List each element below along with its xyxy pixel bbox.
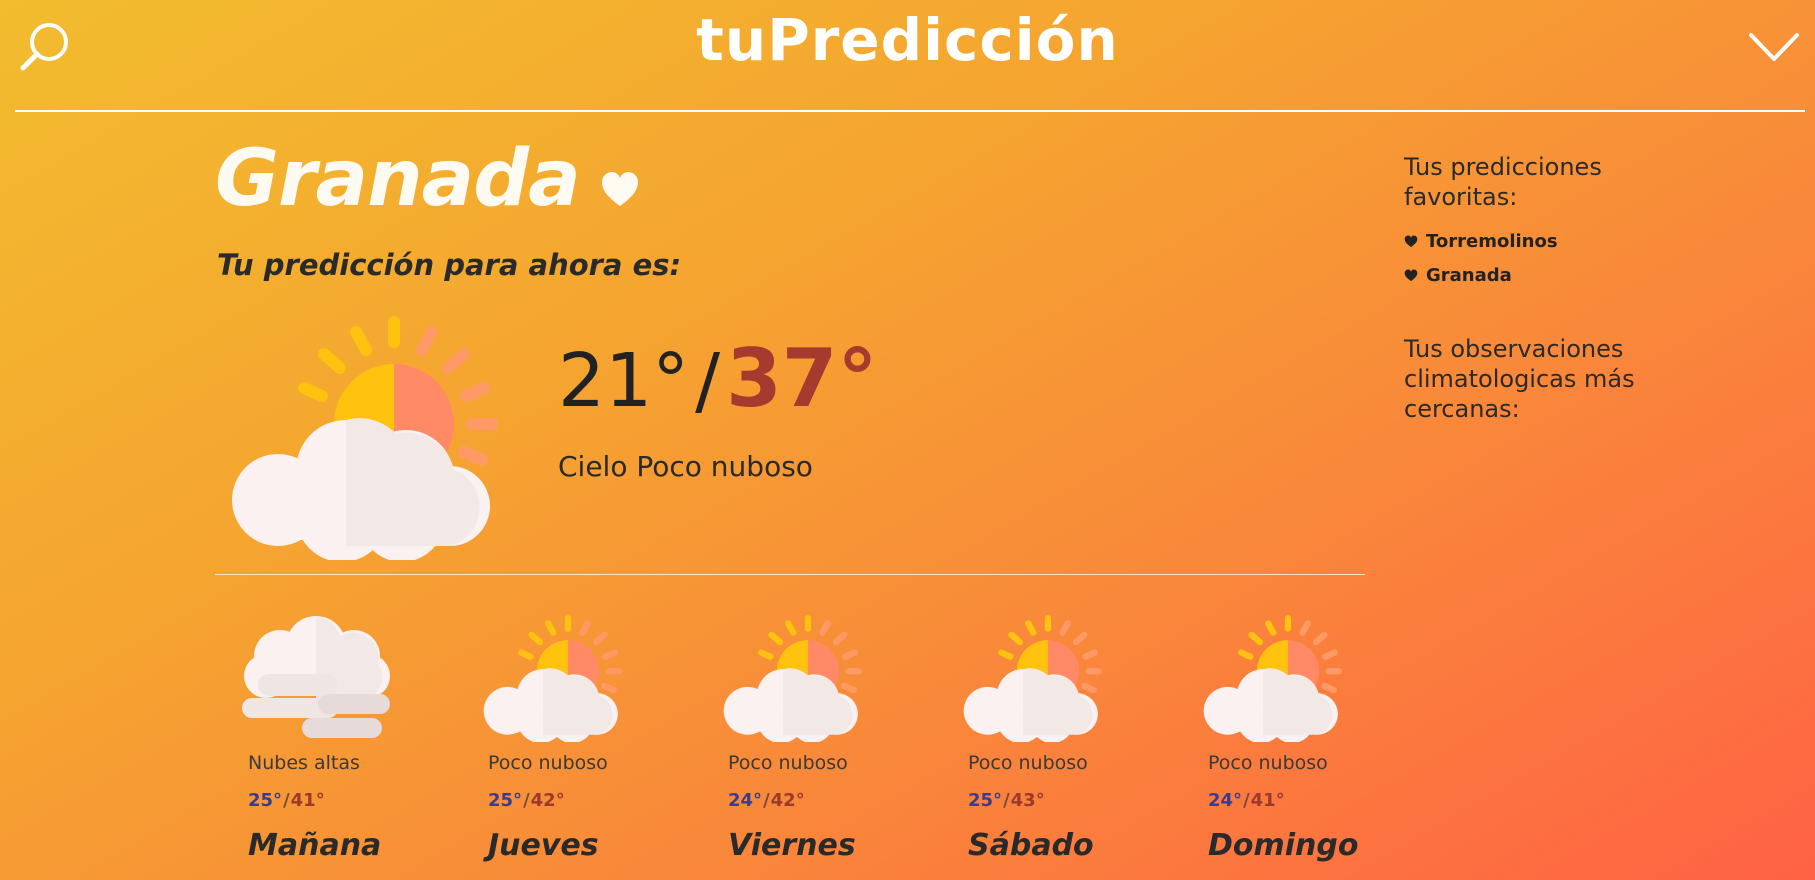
- favorites-list: Torremolinos Granada: [1404, 224, 1664, 292]
- header-divider: [15, 110, 1805, 112]
- forecast-day-name: Viernes: [728, 828, 856, 863]
- forecast-day-name: Sábado: [968, 828, 1094, 863]
- forecast-temp-max: 42°: [770, 790, 805, 811]
- current-temperature: 21°/37°: [558, 332, 877, 425]
- forecast-temps: 25°/42°: [488, 790, 565, 811]
- forecast-temp-min: 24°: [728, 790, 763, 811]
- chevron-down-icon: [1749, 33, 1799, 61]
- favorite-item-label: Torremolinos: [1426, 230, 1558, 252]
- temp-separator: /: [763, 790, 770, 811]
- observations-heading: Tus observaciones climatologicas más cer…: [1404, 335, 1635, 423]
- forecast-temp-max: 42°: [530, 790, 565, 811]
- temp-separator: /: [695, 338, 721, 424]
- favorites-heading: Tus predicciones favoritas:: [1404, 153, 1602, 211]
- forecast-condition: Poco nuboso: [488, 752, 608, 774]
- menu-toggle-button[interactable]: [1748, 30, 1800, 64]
- top-bar: tuPredicción: [0, 0, 1815, 112]
- high-clouds-icon: [236, 612, 396, 742]
- heart-icon: [1404, 269, 1418, 281]
- favorite-item-label: Granada: [1426, 264, 1512, 286]
- now-subtitle: Tu predicción para ahora es:: [217, 248, 682, 282]
- forecast-condition: Poco nuboso: [968, 752, 1088, 774]
- forecast-condition: Nubes altas: [248, 752, 360, 774]
- temp-separator: /: [283, 790, 290, 811]
- forecast-temp-min: 25°: [968, 790, 1003, 811]
- forecast-temp-max: 43°: [1010, 790, 1045, 811]
- forecast-day-name: Domingo: [1208, 828, 1359, 863]
- forecast-temp-min: 24°: [1208, 790, 1243, 811]
- partly-cloudy-icon: [956, 612, 1116, 742]
- favorite-item[interactable]: Granada: [1404, 258, 1664, 292]
- brand-logo[interactable]: tuPredicción: [0, 6, 1815, 74]
- forecast-temp-min: 25°: [248, 790, 283, 811]
- temp-separator: /: [523, 790, 530, 811]
- partly-cloudy-icon: [226, 310, 516, 560]
- forecast-temps: 24°/42°: [728, 790, 805, 811]
- forecast-temps: 25°/41°: [248, 790, 325, 811]
- sidebar: Tus predicciones favoritas: Torremolinos…: [1404, 152, 1664, 424]
- forecast-condition: Poco nuboso: [728, 752, 848, 774]
- current-condition: Cielo Poco nuboso: [558, 450, 813, 483]
- heart-icon: [602, 172, 638, 206]
- forecast-temp-max: 41°: [1250, 790, 1285, 811]
- favorite-toggle[interactable]: [600, 170, 640, 210]
- partly-cloudy-icon: [716, 612, 876, 742]
- city-title: Granada: [215, 134, 581, 224]
- forecast-temp-max: 41°: [290, 790, 325, 811]
- forecast-temp-min: 25°: [488, 790, 523, 811]
- temp-separator: /: [1243, 790, 1250, 811]
- partly-cloudy-icon: [476, 612, 636, 742]
- forecast-condition: Poco nuboso: [1208, 752, 1328, 774]
- current-temp-max: 37°: [726, 332, 878, 425]
- temp-separator: /: [1003, 790, 1010, 811]
- forecast-day-name: Jueves: [488, 828, 599, 863]
- heart-icon: [1404, 235, 1418, 247]
- current-temp-min: 21°: [558, 338, 690, 424]
- favorite-item[interactable]: Torremolinos: [1404, 224, 1664, 258]
- forecast-temps: 25°/43°: [968, 790, 1045, 811]
- forecast-temps: 24°/41°: [1208, 790, 1285, 811]
- partly-cloudy-icon: [1196, 612, 1356, 742]
- section-divider: [215, 574, 1365, 575]
- forecast-day-name: Mañana: [248, 828, 382, 863]
